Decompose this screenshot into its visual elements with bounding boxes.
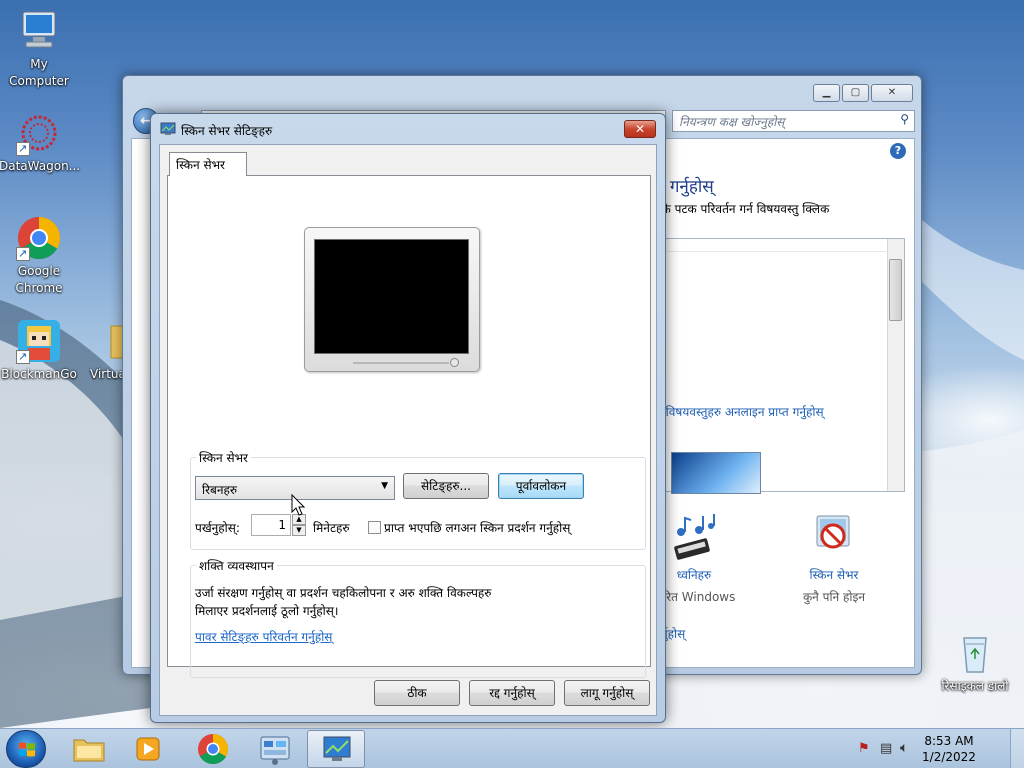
wait-minutes-input[interactable]: 1 xyxy=(251,514,291,536)
cancel-button[interactable]: रद्द गर्नुहोस् xyxy=(469,680,555,706)
dialog-close-button[interactable]: ✕ xyxy=(624,120,656,138)
screen-saver-group-label: स्किन सेभर xyxy=(199,451,248,465)
tab-screen-saver[interactable]: स्किन सेभर xyxy=(169,152,247,176)
desktop-icon-google-chrome[interactable]: Google Chrome xyxy=(0,215,79,297)
desktop-icon-label: रिसाइकल डालो xyxy=(941,679,1009,693)
screen-saver-settings-dialog: स्किन सेभर सेटिङ्हरु ✕ स्किन सेभर स्किन … xyxy=(150,113,666,723)
show-desktop-button[interactable] xyxy=(1010,729,1024,768)
desktop-icon-datawagon[interactable]: DataWagon... xyxy=(0,110,81,175)
desktop-icon-label: DataWagon... xyxy=(0,159,81,173)
get-more-themes-online-link[interactable]: प विषयवस्तुहरु अनलाइन प्राप्त गर्नुहोस् xyxy=(655,403,824,420)
windows-logo-icon xyxy=(19,742,35,757)
clock-date: 1/2/2022 xyxy=(922,750,976,764)
no-screensaver-icon xyxy=(769,512,899,566)
screen-saver-icon xyxy=(323,736,351,761)
start-button[interactable] xyxy=(6,730,46,768)
screen-saver-label: स्किन सेभर xyxy=(809,568,859,582)
search-icon[interactable]: ⚲ xyxy=(900,112,909,126)
action-center-flag-icon[interactable]: ⚑ xyxy=(858,741,870,756)
maximize-button[interactable]: ▢ xyxy=(842,84,869,102)
minutes-label: मिनेटहरु xyxy=(313,521,350,535)
desktop-icon-label: My Computer xyxy=(9,57,69,88)
recycle-bin-icon xyxy=(952,630,998,676)
clock-time: 8:53 AM xyxy=(924,734,974,748)
ok-button[interactable]: ठीक xyxy=(374,680,460,706)
scrollbar-thumb[interactable] xyxy=(889,259,902,321)
desktop-icon-my-computer[interactable]: My Computer xyxy=(0,8,79,90)
chrome-icon xyxy=(16,215,62,262)
screen-saver-sub: कुनै पनि होइन xyxy=(802,590,866,604)
desktop-icon-label: Google Chrome xyxy=(15,264,63,295)
volume-icon[interactable]: 🔈︎ xyxy=(900,740,908,756)
control-panel-search-input[interactable]: नियन्त्रण कक्ष खोज्नुहोस् ⚲ xyxy=(672,110,915,132)
shortcut-arrow-icon xyxy=(16,348,30,365)
minimize-button[interactable]: ▁ xyxy=(813,84,840,102)
taskbar-screen-saver-settings[interactable] xyxy=(307,730,365,768)
desktop: My Computer DataWagon... Google Chrome xyxy=(0,0,1024,728)
search-placeholder: नियन्त्रण कक्ष खोज्नुहोस् xyxy=(679,115,785,129)
power-management-label: शक्ति व्यवस्थापन xyxy=(199,559,274,573)
taskbar-media-player[interactable] xyxy=(118,730,176,768)
chevron-down-icon: ▼ xyxy=(381,481,388,491)
divider xyxy=(664,251,886,252)
theme-thumbnail[interactable] xyxy=(671,452,761,494)
resume-logon-label[interactable]: प्राप्त भएपछि लगअन स्किन प्रदर्शन गर्नुह… xyxy=(384,519,570,536)
shortcut-arrow-icon xyxy=(16,245,30,262)
themes-list-scrollbar[interactable] xyxy=(887,239,904,491)
screen-saver-tab-panel: स्किन सेभर रिबनहरु ▼ सेटिङ्हरु... पूर्वा… xyxy=(167,175,651,678)
clock[interactable]: 8:53 AM 1/2/2022 xyxy=(914,733,984,765)
screen-saver-selected: रिबनहरु xyxy=(202,483,238,497)
datawagon-icon xyxy=(16,110,62,157)
mouse-cursor-icon xyxy=(291,494,305,516)
folder-icon xyxy=(73,739,105,762)
desktop-icon-recycle-bin[interactable]: रिसाइकल डालो xyxy=(935,630,1015,695)
taskbar-google-chrome[interactable] xyxy=(184,730,242,768)
dialog-title: स्किन सेभर सेटिङ्हरु xyxy=(181,124,273,138)
power-description-line1: उर्जा संरक्षण गर्नुहोस् वा प्रदर्शन चहकि… xyxy=(195,586,492,600)
personalization-subtext: एकै पटक परिवर्तन गर्न विषयवस्तु क्लिक xyxy=(655,202,830,216)
close-button[interactable]: ✕ xyxy=(871,84,913,102)
preview-screen xyxy=(314,239,469,354)
screen-saver-item[interactable]: स्किन सेभर कुनै पनि होइन xyxy=(769,512,899,605)
help-icon[interactable]: ? xyxy=(890,143,906,159)
control-panel-icon xyxy=(260,736,290,765)
monitor-power-icon xyxy=(450,358,459,367)
network-icon[interactable]: ▤ xyxy=(880,741,892,756)
screen-saver-title-icon xyxy=(160,122,176,136)
change-power-settings-link[interactable]: पावर सेटिङ्हरु परिवर्तन गर्नुहोस् xyxy=(195,628,332,645)
settings-button[interactable]: सेटिङ्हरु... xyxy=(403,473,489,499)
apply-button[interactable]: लागू गर्नुहोस् xyxy=(564,680,650,706)
taskbar-file-explorer[interactable] xyxy=(60,730,118,768)
spin-down-icon[interactable]: ▼ xyxy=(292,525,306,536)
power-description-line2: मिलाएर प्रदर्शनलाई ठूलो गर्नुहोस्। xyxy=(195,604,339,618)
wait-minutes-stepper[interactable]: ▲ ▼ xyxy=(292,514,306,536)
preview-button[interactable]: पूर्वावलोकन xyxy=(498,473,584,499)
taskbar-control-panel[interactable] xyxy=(246,730,304,768)
media-player-icon xyxy=(136,737,160,761)
window-caption-buttons: ▁ ▢ ✕ xyxy=(813,84,913,102)
wait-label: पर्खनुहोस्: xyxy=(195,521,240,535)
shortcut-arrow-icon xyxy=(16,140,30,157)
computer-icon xyxy=(16,8,62,54)
preview-monitor xyxy=(304,227,480,372)
blockmango-icon xyxy=(16,318,62,365)
taskbar: ⚑ ▤ 🔈︎ 8:53 AM 1/2/2022 xyxy=(0,728,1024,768)
system-tray: ⚑ ▤ 🔈︎ 8:53 AM 1/2/2022 xyxy=(854,729,1024,768)
resume-logon-checkbox[interactable] xyxy=(368,521,381,534)
chrome-icon xyxy=(198,734,229,765)
dialog-client-area: स्किन सेभर स्किन सेभर रिबनहरु ▼ सेटिङ्हर… xyxy=(159,144,657,716)
monitor-bezel-line xyxy=(353,362,449,364)
